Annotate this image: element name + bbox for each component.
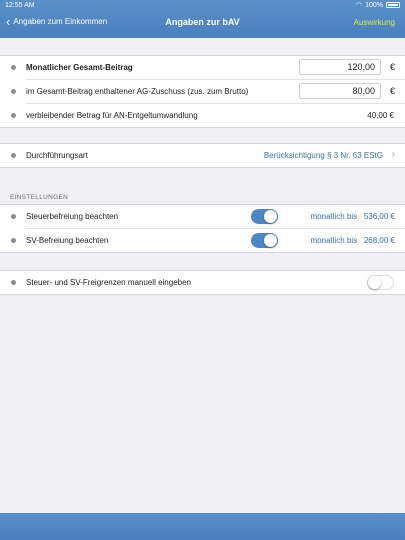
- gesamt-beitrag-label: Monatlicher Gesamt-Beitrag: [26, 63, 133, 72]
- battery-percent: 100%: [365, 1, 383, 9]
- sv-befreiung-limit-prefix: monatlich bis: [310, 236, 358, 245]
- an-entgeltumwandlung-label: verbleibender Betrag für AN-Entgeltumwan…: [26, 111, 198, 120]
- freigrenzen-manuell-row: Steuer- und SV-Freigrenzen manuell einge…: [0, 271, 405, 294]
- freigrenzen-manuell-toggle[interactable]: [367, 275, 394, 290]
- wifi-icon: ◠: [355, 2, 363, 9]
- einstellungen-header: EINSTELLUNGEN: [10, 194, 69, 201]
- bullet-icon: [11, 280, 16, 285]
- sv-befreiung-label: SV-Befreiung beachten: [26, 236, 109, 245]
- steuerbefreiung-row: Steuerbefreiung beachten monatlich bis 5…: [0, 205, 405, 228]
- bullet-icon: [11, 214, 16, 219]
- durchfuehrungsart-value[interactable]: Berücksichtigung § 3 Nr. 63 EStG: [264, 151, 383, 160]
- durchfuehrung-group: Durchführungsart Berücksichtigung § 3 Nr…: [0, 143, 405, 168]
- bullet-icon: [11, 65, 16, 70]
- manuell-group: Steuer- und SV-Freigrenzen manuell einge…: [0, 270, 405, 295]
- durchfuehrungsart-row[interactable]: Durchführungsart Berücksichtigung § 3 Nr…: [0, 144, 405, 167]
- bullet-icon: [11, 89, 16, 94]
- toggle-knob: [264, 210, 277, 223]
- currency-unit: €: [389, 62, 395, 72]
- navigation-bar: ‹ Angaben zum Einkommen Angaben zur bAV …: [0, 13, 405, 35]
- steuerbefreiung-label: Steuerbefreiung beachten: [26, 212, 119, 221]
- bottom-toolbar: [0, 513, 405, 540]
- ag-zuschuss-row: im Gesamt-Beitrag enthaltener AG-Zuschus…: [11, 79, 405, 103]
- steuerbefreiung-limit: monatlich bis 536,00 €: [311, 212, 396, 221]
- an-entgeltumwandlung-row: verbleibender Betrag für AN-Entgeltumwan…: [11, 103, 405, 127]
- status-bar: 12:55 AM ◠ 100%: [0, 0, 405, 11]
- gesamt-beitrag-input[interactable]: 120,00: [299, 59, 381, 75]
- back-button[interactable]: ‹ Angaben zum Einkommen: [6, 13, 108, 29]
- sv-befreiung-toggle[interactable]: [251, 233, 278, 248]
- steuerbefreiung-toggle[interactable]: [251, 209, 278, 224]
- toggle-knob: [264, 234, 277, 247]
- steuerbefreiung-limit-amount: 536,00 €: [363, 212, 395, 221]
- sv-befreiung-limit: monatlich bis 268,00 €: [311, 236, 396, 245]
- status-right: ◠ 100%: [356, 1, 400, 9]
- toggle-knob: [368, 276, 381, 289]
- bullet-icon: [11, 238, 16, 243]
- ag-zuschuss-label: im Gesamt-Beitrag enthaltener AG-Zuschus…: [26, 87, 249, 96]
- chevron-left-icon: ‹: [6, 13, 11, 29]
- durchfuehrungsart-label: Durchführungsart: [26, 151, 88, 160]
- freigrenzen-manuell-label: Steuer- und SV-Freigrenzen manuell einge…: [26, 278, 191, 287]
- an-entgeltumwandlung-value: 40,00 €: [367, 111, 394, 120]
- back-button-label: Angaben zum Einkommen: [13, 17, 108, 26]
- top-bar: 12:55 AM ◠ 100% ‹ Angaben zum Einkommen …: [0, 0, 405, 38]
- sv-befreiung-limit-amount: 268,00 €: [363, 236, 395, 245]
- gesamt-beitrag-row: Monatlicher Gesamt-Beitrag 120,00 €: [0, 56, 405, 79]
- beitrag-group: Monatlicher Gesamt-Beitrag 120,00 € im G…: [0, 55, 405, 128]
- currency-unit: €: [389, 86, 395, 96]
- sv-befreiung-row: SV-Befreiung beachten monatlich bis 268,…: [11, 228, 405, 252]
- ag-zuschuss-input[interactable]: 80,00: [299, 83, 381, 99]
- einstellungen-group: Steuerbefreiung beachten monatlich bis 5…: [0, 204, 405, 253]
- chevron-right-icon: ›: [391, 149, 395, 160]
- bullet-icon: [11, 113, 16, 118]
- status-time: 12:55 AM: [5, 2, 35, 9]
- auswirkung-button[interactable]: Auswirkung: [354, 18, 395, 27]
- bullet-icon: [11, 153, 16, 158]
- steuerbefreiung-limit-prefix: monatlich bis: [310, 212, 358, 221]
- battery-icon: [386, 2, 400, 8]
